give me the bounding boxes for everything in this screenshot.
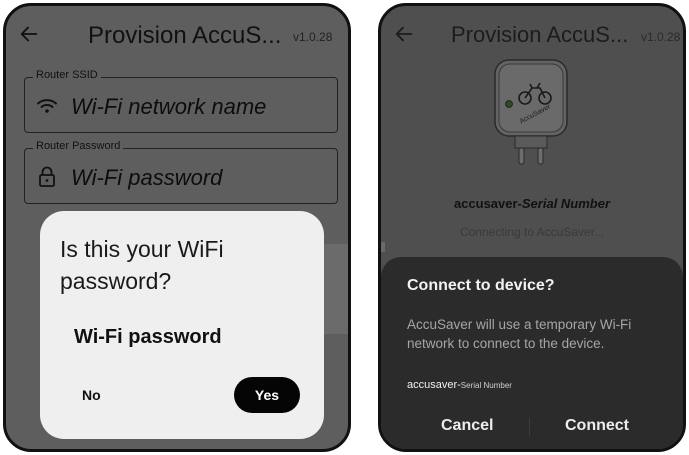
connect-button[interactable]: Connect xyxy=(565,417,629,435)
connect-device-dialog: Connect to device? AccuSaver will use a … xyxy=(381,257,683,449)
cancel-button[interactable]: Cancel xyxy=(441,417,493,435)
back-arrow-icon[interactable] xyxy=(393,23,415,45)
device-serial: Serial Number xyxy=(521,196,611,211)
dialog-password-value: Wi-Fi password xyxy=(74,326,222,348)
dialog-message: AccuSaver will use a temporary Wi-Fi net… xyxy=(407,317,632,351)
password-confirm-dialog: Is this your WiFi password? Wi-Fi passwo… xyxy=(40,211,324,439)
side-marker xyxy=(381,242,385,252)
overlay-edge xyxy=(320,244,348,334)
connection-status: Connecting to AccuSaver... xyxy=(459,225,605,239)
dialog-title: Connect to device? xyxy=(407,277,555,294)
app-bar: Provision AccuS... v1.0.28 xyxy=(6,6,348,66)
back-arrow-icon[interactable] xyxy=(18,23,40,45)
version-label: v1.0.28 xyxy=(641,30,681,44)
lock-icon xyxy=(39,166,55,187)
dialog-serial-suffix: Serial Number xyxy=(460,381,512,390)
yes-button[interactable]: Yes xyxy=(234,377,300,413)
device-name: accusaver-Serial Number xyxy=(381,196,683,211)
device-name-prefix: accusaver- xyxy=(453,196,522,211)
dialog-serial-prefix: accusaver- xyxy=(407,379,461,391)
button-divider xyxy=(529,418,530,436)
phone-screen-right: Provision AccuS... v1.0.28 AccuSaver acc… xyxy=(378,3,686,452)
dialog-title: Is this your WiFi password? xyxy=(60,236,224,294)
page-title: Provision AccuS... xyxy=(451,22,629,47)
version-label: v1.0.28 xyxy=(293,30,333,44)
wifi-icon xyxy=(37,99,57,113)
smart-plug-device-icon: AccuSaver xyxy=(494,59,568,165)
router-password-field[interactable]: Router Password Wi-Fi password xyxy=(24,140,338,204)
router-password-label: Router Password xyxy=(33,140,124,152)
phone-screen-left: Provision AccuS... v1.0.28 Router SSID W… xyxy=(3,3,351,452)
no-button[interactable]: No xyxy=(82,387,101,403)
page-title: Provision AccuS... xyxy=(88,22,282,49)
router-ssid-value: Wi-Fi network name xyxy=(71,94,267,119)
router-ssid-label: Router SSID xyxy=(33,69,101,81)
router-password-value: Wi-Fi password xyxy=(71,165,223,190)
router-ssid-field[interactable]: Router SSID Wi-Fi network name xyxy=(24,69,338,133)
dialog-serial: accusaver-Serial Number xyxy=(407,379,512,391)
